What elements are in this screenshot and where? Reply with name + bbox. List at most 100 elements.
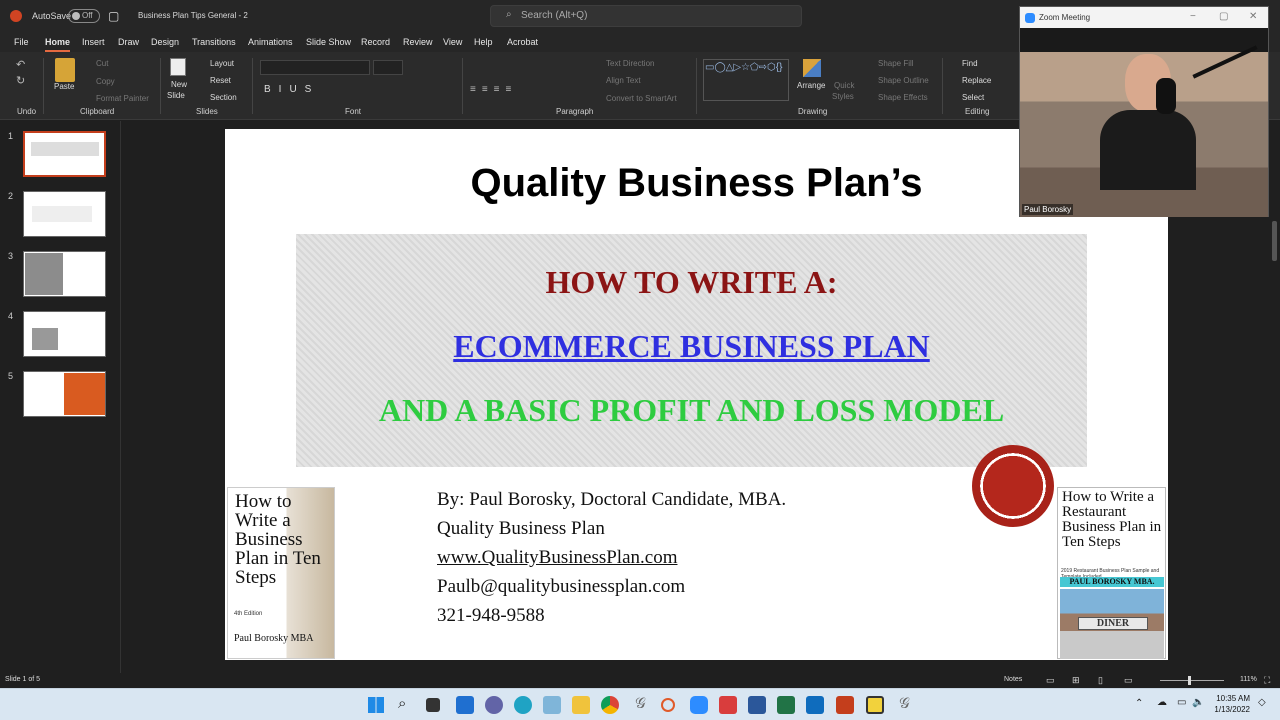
file-explorer-icon[interactable] xyxy=(572,696,590,714)
shape-outline-button[interactable]: Shape Outline xyxy=(878,76,929,85)
slide-thumbnail-2[interactable] xyxy=(23,191,106,237)
new-slide-button[interactable]: New xyxy=(171,80,187,89)
slideshow-icon[interactable]: ▭ xyxy=(1124,675,1133,686)
paragraph-align-icons[interactable]: ≡≡≡≡ xyxy=(470,84,517,95)
menu-help[interactable]: Help xyxy=(474,32,493,52)
layout-button[interactable]: Layout xyxy=(210,59,234,68)
quick-styles-button[interactable]: Quick xyxy=(834,81,854,90)
zoom-slider-thumb[interactable] xyxy=(1188,676,1191,685)
paint-icon[interactable] xyxy=(543,696,561,714)
undo-icon[interactable]: ↶ xyxy=(16,58,25,71)
zoom-slider[interactable] xyxy=(1160,676,1224,685)
excel-icon[interactable] xyxy=(777,696,795,714)
cloud-icon[interactable]: ☁ xyxy=(1157,697,1167,708)
windows-start-icon[interactable] xyxy=(368,697,384,713)
minimize-icon[interactable]: − xyxy=(1190,11,1196,22)
paste-button[interactable]: Paste xyxy=(54,82,74,91)
menu-insert[interactable]: Insert xyxy=(82,32,105,52)
replace-button[interactable]: Replace xyxy=(962,76,991,85)
zoom-level[interactable]: 111% xyxy=(1240,676,1257,683)
section-button[interactable]: Section xyxy=(210,93,237,102)
font-family-select[interactable] xyxy=(260,60,370,75)
menu-record[interactable]: Record xyxy=(361,32,390,52)
slide-thumbnail-5[interactable] xyxy=(23,371,106,417)
menu-draw[interactable]: Draw xyxy=(118,32,139,52)
task-view-icon[interactable] xyxy=(426,698,440,712)
slide-thumbnail-1[interactable] xyxy=(23,131,106,177)
vertical-scrollbar[interactable] xyxy=(1269,121,1280,673)
participant-video[interactable] xyxy=(1020,45,1268,217)
save-icon[interactable]: ▢ xyxy=(108,0,119,32)
zoom-app-icon[interactable] xyxy=(690,696,708,714)
menu-file[interactable]: File xyxy=(14,32,29,52)
fit-to-window-icon[interactable]: ⛶ xyxy=(1264,675,1270,686)
app-icon[interactable]: 𝒢 xyxy=(899,694,910,714)
network-icon[interactable]: ▭ xyxy=(1177,697,1186,708)
edge-icon[interactable] xyxy=(514,696,532,714)
record-app-icon[interactable] xyxy=(661,698,675,712)
close-icon[interactable]: ✕ xyxy=(1249,11,1257,22)
snagit-icon[interactable] xyxy=(719,696,737,714)
clock-date[interactable]: 1/13/2022 xyxy=(1190,705,1250,714)
quick-styles-button-line2[interactable]: Styles xyxy=(832,92,854,101)
menu-acrobat[interactable]: Acrobat xyxy=(507,32,538,52)
new-slide-button-line2[interactable]: Slide xyxy=(167,91,185,100)
widgets-icon[interactable] xyxy=(456,696,474,714)
clock-time[interactable]: 10:35 AM xyxy=(1190,694,1250,703)
menu-slide-show[interactable]: Slide Show xyxy=(306,32,351,52)
notes-button[interactable]: Notes xyxy=(1004,676,1022,683)
normal-view-icon[interactable]: ▭ xyxy=(1046,675,1055,686)
zoom-meeting-window[interactable]: Zoom Meeting − ▢ ✕ Paul Borosky xyxy=(1019,6,1269,217)
arrange-icon[interactable] xyxy=(803,59,821,77)
menu-design[interactable]: Design xyxy=(151,32,179,52)
align-text-button[interactable]: Align Text xyxy=(606,76,641,85)
teams-chat-icon[interactable] xyxy=(485,696,503,714)
app-icon[interactable]: 𝒢 xyxy=(635,694,646,714)
scrollbar-thumb[interactable] xyxy=(1272,221,1277,261)
slide-thumbnail-3[interactable] xyxy=(23,251,106,297)
menu-animations[interactable]: Animations xyxy=(248,32,293,52)
book-cover-business-plan[interactable]: How to Write a Business Plan in Ten Step… xyxy=(227,487,335,659)
reading-view-icon[interactable]: ▯ xyxy=(1098,675,1103,686)
slide-thumbnail-4[interactable] xyxy=(23,311,106,357)
banner-subject-link[interactable]: ECOMMERCE BUSINESS PLAN xyxy=(296,328,1087,365)
menu-transitions[interactable]: Transitions xyxy=(192,32,236,52)
notification-icon[interactable]: ◇ xyxy=(1258,697,1266,708)
book-cover-restaurant-plan[interactable]: How to Write a Restaurant Business Plan … xyxy=(1057,487,1166,659)
reset-button[interactable]: Reset xyxy=(210,76,231,85)
powerpoint-icon[interactable] xyxy=(836,696,854,714)
shape-fill-button[interactable]: Shape Fill xyxy=(878,59,914,68)
text-direction-button[interactable]: Text Direction xyxy=(606,59,654,68)
cut-button[interactable]: Cut xyxy=(96,59,108,68)
menu-review[interactable]: Review xyxy=(403,32,433,52)
word-icon[interactable] xyxy=(748,696,766,714)
find-button[interactable]: Find xyxy=(962,59,978,68)
slide-sorter-icon[interactable]: ⊞ xyxy=(1072,675,1080,686)
convert-smartart-button[interactable]: Convert to SmartArt xyxy=(606,94,677,103)
sticky-notes-icon[interactable] xyxy=(866,696,884,714)
font-size-select[interactable] xyxy=(373,60,403,75)
title-banner[interactable]: HOW TO WRITE A: ECOMMERCE BUSINESS PLAN … xyxy=(296,234,1087,467)
select-button[interactable]: Select xyxy=(962,93,984,102)
shapes-gallery[interactable]: ▭◯△▷☆⬠⇨⬡{} xyxy=(703,59,789,101)
copy-button[interactable]: Copy xyxy=(96,77,115,86)
format-painter-button[interactable]: Format Painter xyxy=(96,94,149,103)
chrome-icon[interactable] xyxy=(601,696,619,714)
shape-effects-button[interactable]: Shape Effects xyxy=(878,93,928,102)
chevron-up-icon[interactable]: ⌃ xyxy=(1135,698,1143,709)
new-slide-icon[interactable] xyxy=(170,58,186,76)
arrange-button[interactable]: Arrange xyxy=(797,81,825,90)
menu-view[interactable]: View xyxy=(443,32,462,52)
contact-website-link[interactable]: www.QualityBusinessPlan.com xyxy=(437,547,677,569)
search-icon[interactable]: ⌕ xyxy=(398,694,406,714)
outlook-icon[interactable] xyxy=(806,696,824,714)
redo-icon[interactable]: ↻ xyxy=(16,74,25,87)
zoom-title-bar[interactable]: Zoom Meeting − ▢ ✕ xyxy=(1020,7,1268,28)
menu-home[interactable]: Home xyxy=(45,32,71,52)
font-style-buttons[interactable]: BIUS xyxy=(264,84,319,95)
autosave-toggle[interactable]: Off xyxy=(68,9,100,23)
paste-icon[interactable] xyxy=(55,58,75,82)
maximize-icon[interactable]: ▢ xyxy=(1219,11,1228,22)
search-input[interactable]: Search (Alt+Q) xyxy=(490,5,802,27)
document-title[interactable]: Business Plan Tips General - 2 xyxy=(138,0,248,32)
